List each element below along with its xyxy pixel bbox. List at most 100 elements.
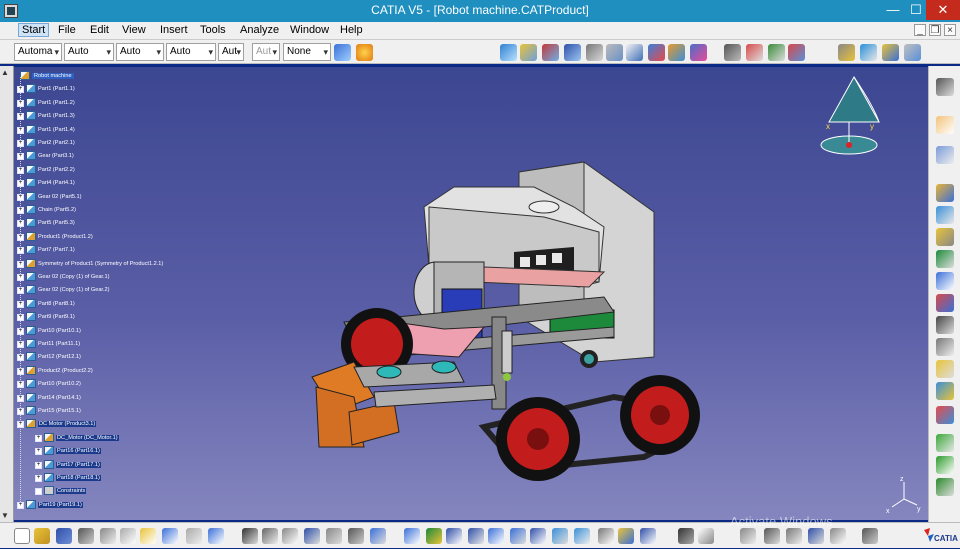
new-component-icon[interactable] [860,44,877,61]
menu-tools[interactable]: Tools [200,24,226,36]
macro-icon[interactable] [348,528,364,544]
tree-node[interactable]: Part11 (Part11.1) [26,338,80,350]
compass-icon[interactable]: x y [820,75,880,155]
menu-file[interactable]: File [58,24,76,36]
tools-icon[interactable] [282,528,298,544]
tree-node[interactable]: Constraints [44,485,87,497]
menu-window[interactable]: Window [290,24,329,36]
tree-node[interactable]: Gear (Part3.1) [26,150,74,162]
tree-expand-toggle[interactable]: + [17,86,24,94]
multi-view-icon[interactable] [552,528,568,544]
existing-component-icon[interactable] [936,184,954,202]
tree-expand-toggle[interactable]: + [17,140,24,147]
document-icon[interactable] [698,528,714,544]
shading-icon[interactable] [598,528,614,544]
constraint-angle-icon[interactable] [788,44,805,61]
measure-between-icon[interactable] [786,528,802,544]
line-type-combo[interactable]: Auto [166,43,216,61]
tree-node[interactable]: Part18 (Part18.1) [44,472,101,484]
tree-expand-toggle[interactable]: + [35,461,42,469]
select-cursor-icon[interactable] [936,116,954,134]
assembly-icon[interactable] [520,44,537,61]
tree-expand-toggle[interactable]: + [17,247,24,255]
format-painter-icon[interactable] [334,44,351,61]
manipulation-icon[interactable] [648,44,665,61]
tree-node[interactable]: Gear 02 (Part5.1) [26,191,82,203]
whats-this-icon[interactable] [208,528,224,544]
print-icon[interactable] [78,528,94,544]
mdi-close-button[interactable]: × [944,24,956,36]
menu-start[interactable]: Start [18,23,50,37]
gear-icon[interactable] [936,78,954,96]
tree-expand-toggle[interactable]: + [17,367,24,375]
tree-node[interactable]: Part1 (Part1.3) [26,110,75,122]
line-thickness-combo[interactable]: Auto [116,43,164,61]
mdi-restore-button[interactable]: ❐ [929,24,941,36]
tree-node[interactable]: Part2 (Part2.2) [26,164,75,176]
measure-inertia-icon[interactable] [830,528,846,544]
tree-expand-toggle[interactable]: + [17,287,24,295]
measure-icon[interactable] [606,44,623,61]
new-file-icon[interactable] [14,528,30,544]
save-icon[interactable] [56,528,72,544]
tree-node[interactable]: DC Motor (Product3.1) [26,418,97,430]
tree-expand-toggle[interactable]: + [17,394,24,402]
selective-load-icon[interactable] [936,294,954,312]
tree-expand-toggle[interactable]: + [35,434,42,442]
tree-expand-toggle[interactable]: + [35,475,42,482]
tree-root-node[interactable]: Robot machine [20,70,74,82]
tree-expand-toggle[interactable]: + [17,99,24,107]
fast-multi-instantiation-icon[interactable] [936,360,954,378]
minimize-button[interactable]: — [880,0,906,20]
menu-edit[interactable]: Edit [90,24,109,36]
close-button[interactable]: ✕ [926,0,960,20]
fly-mode-icon[interactable] [404,528,420,544]
tree-node[interactable]: Product1 (Product1.2) [26,231,93,243]
tree-expand-toggle[interactable]: + [17,300,24,308]
new-product-icon[interactable] [882,44,899,61]
tree-expand-toggle[interactable]: + [17,180,24,188]
generate-numbering-icon[interactable] [936,272,954,290]
tree-node[interactable]: Part7 (Part7.1) [26,244,75,256]
tree-node[interactable]: Part2 (Part2.1) [26,137,75,149]
rotate-view-icon[interactable] [468,528,484,544]
tree-expand-toggle[interactable]: + [17,153,24,161]
replace-component-icon[interactable] [936,228,954,246]
tree-expand-toggle[interactable]: + [17,274,24,281]
measure-item-icon[interactable] [808,528,824,544]
zoom-out-icon[interactable] [510,528,526,544]
capture-icon[interactable] [678,528,694,544]
constraint-contact-icon[interactable] [746,44,763,61]
catalog-icon[interactable] [326,528,342,544]
knowledge-icon[interactable] [370,528,386,544]
rotate-icon[interactable] [500,44,517,61]
update-icon[interactable] [838,44,855,61]
analysis-icon[interactable] [740,528,756,544]
tree-node[interactable]: Product2 (Product2.2) [26,365,93,377]
tree-expand-toggle[interactable]: + [17,166,24,174]
fill-color-combo[interactable]: Automa [14,43,62,61]
tree-node[interactable]: Part1 (Part1.4) [26,124,75,136]
tree-node[interactable]: Part12 (Part12.1) [26,351,81,363]
tree-node[interactable]: Part5 (Part5.3) [26,217,75,229]
graphic-properties-icon[interactable] [356,44,373,61]
tree-expand-toggle[interactable]: + [17,501,24,509]
constraint-offset-icon[interactable] [768,44,785,61]
compare-icon[interactable] [764,528,780,544]
smart-move-icon[interactable] [690,44,707,61]
tree-node[interactable]: Part1 (Part1.1) [26,83,75,95]
transparency-combo[interactable]: Auto [64,43,114,61]
tree-node[interactable]: Part16 (Part16.1) [44,445,101,457]
tree-expand-toggle[interactable]: + [35,448,42,456]
scroll-up-arrow-icon[interactable]: ▲ [1,68,9,77]
iso-view-icon[interactable] [574,528,590,544]
tree-node[interactable]: Part19 (Part19.1) [26,499,83,511]
tree-node[interactable]: Part10 (Part10.2) [26,378,81,390]
rendering-style-combo[interactable]: Aut [252,43,280,61]
tree-expand-toggle[interactable]: + [17,233,24,241]
tree-expand-toggle[interactable]: + [17,193,24,201]
hide-show-icon[interactable] [618,528,634,544]
menu-view[interactable]: View [122,24,146,36]
paste-icon[interactable] [140,528,156,544]
tree-node[interactable]: Part15 (Part15.1) [26,405,81,417]
